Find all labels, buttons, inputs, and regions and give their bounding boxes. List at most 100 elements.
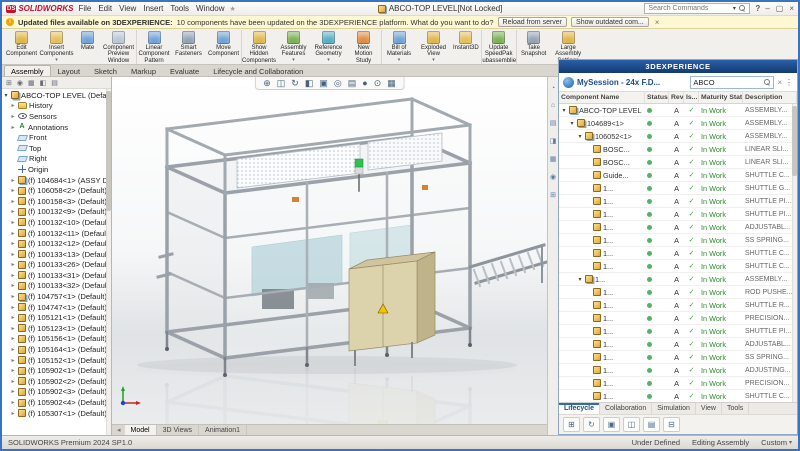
view-orientation-icon[interactable]: ▣: [319, 79, 328, 88]
feature-tree-item[interactable]: Annotations: [2, 122, 111, 133]
feature-tree-item[interactable]: (f) 100132<12> (Default)<<Def...: [2, 238, 111, 249]
save-icon[interactable]: ▣: [603, 417, 620, 432]
feature-tree-item[interactable]: (f) 100132<9> (Default)<<Defa...: [2, 207, 111, 218]
document-tab[interactable]: Model: [125, 425, 157, 435]
panel-tab[interactable]: Lifecycle: [559, 403, 600, 414]
tree-expand-icon[interactable]: [10, 124, 16, 131]
ribbon-button[interactable]: Mate ▾: [74, 30, 101, 64]
tree-scrollbar-thumb[interactable]: [106, 91, 111, 211]
remove-icon[interactable]: ⊟: [663, 417, 680, 432]
tree-expand-icon[interactable]: [10, 102, 16, 109]
feature-tree-item[interactable]: (f) 100133<13> (Default)<<De...: [2, 249, 111, 260]
component-row[interactable]: 1... A ✓ In Work SS SPRING...: [559, 351, 797, 364]
panel-title-bar[interactable]: 3DEXPERIENCE: [559, 60, 797, 73]
ribbon-button[interactable]: Smart Fasteners ▾: [171, 30, 206, 64]
tree-expand-icon[interactable]: [10, 314, 16, 321]
ribbon-button[interactable]: Update SpeedPak Subassemblies ▾: [481, 30, 516, 64]
dimxpert-manager-icon[interactable]: ◧: [40, 79, 47, 87]
search-icon[interactable]: [739, 5, 746, 12]
search-dropdown-icon[interactable]: [731, 5, 737, 12]
assembly-3d-model[interactable]: [112, 77, 547, 424]
feature-tree-item[interactable]: Sensors: [2, 111, 111, 122]
menu-item[interactable]: Window: [196, 4, 224, 13]
feature-tree-item[interactable]: (f) 105902<2> (Default)<<Def...: [2, 376, 111, 387]
component-row[interactable]: BOSC... A ✓ In Work LINEAR SLI...: [559, 156, 797, 169]
feature-tree-item[interactable]: History: [2, 101, 111, 112]
ribbon-button[interactable]: Assembly Features ▾: [276, 30, 311, 64]
menu-item[interactable]: File: [78, 4, 91, 13]
command-tab[interactable]: Lifecycle and Collaboration: [206, 65, 310, 76]
feature-tree-item[interactable]: (f) 100158<3> (Default)<<Defa...: [2, 196, 111, 207]
new-content-icon[interactable]: ⊞: [563, 417, 580, 432]
document-tab[interactable]: 3D Views: [157, 425, 199, 435]
component-row[interactable]: 1... A ✓ In Work SHUTTLE C...: [559, 390, 797, 402]
component-row[interactable]: 1... A ✓ In Work PRECISION...: [559, 312, 797, 325]
component-row[interactable]: 1... A ✓ In Work SHUTTLE C...: [559, 247, 797, 260]
tree-scrollbar[interactable]: [106, 89, 111, 435]
feature-tree-item[interactable]: (f) 100132<11> (Default)<<Def...: [2, 228, 111, 239]
ribbon-button[interactable]: Take Snapshot ▾: [516, 30, 551, 64]
column-maturity-state[interactable]: Maturity State: [699, 92, 743, 103]
tree-expand-icon[interactable]: [10, 219, 16, 226]
display-manager-icon[interactable]: ▤: [51, 79, 58, 87]
tree-expand-icon[interactable]: [10, 325, 16, 332]
chevron-down-icon[interactable]: ▾: [432, 58, 435, 63]
row-expand-icon[interactable]: [561, 107, 567, 114]
clear-search-icon[interactable]: ×: [777, 78, 782, 87]
component-row[interactable]: 1... A ✓ In Work SHUTTLE C...: [559, 260, 797, 273]
ribbon-button[interactable]: New Motion Study ▾: [346, 30, 381, 64]
ribbon-button[interactable]: Insert Components ▾: [39, 30, 74, 64]
component-row[interactable]: 1... A ✓ In Work ADJUSTABL...: [559, 338, 797, 351]
tree-expand-icon[interactable]: [10, 378, 16, 385]
command-search-input[interactable]: [648, 5, 729, 12]
component-row[interactable]: 1... A ✓ In Work ADJUSTING...: [559, 364, 797, 377]
command-tab[interactable]: Sketch: [87, 65, 124, 76]
appearances-icon[interactable]: ◉: [550, 173, 556, 181]
tree-expand-icon[interactable]: [10, 240, 16, 247]
component-row[interactable]: 1... A ✓ In Work SHUTTLE R...: [559, 299, 797, 312]
component-row[interactable]: ABCO-TOP LEVEL A ✓ In Work ASSEMBLY...: [559, 104, 797, 117]
tree-expand-icon[interactable]: [10, 272, 16, 279]
component-search-input[interactable]: [693, 78, 762, 87]
feature-tree-item[interactable]: (f) 105164<1> (Default)<<Def...: [2, 344, 111, 355]
reload-from-server-button[interactable]: Reload from server: [498, 17, 568, 27]
3ds-compass-icon[interactable]: [563, 77, 574, 88]
minimize-button[interactable]: –: [765, 4, 769, 13]
feature-tree-item[interactable]: Origin: [2, 164, 111, 175]
zoom-fit-icon[interactable]: ⊕: [263, 79, 271, 88]
ribbon-button[interactable]: Instant3D ▾: [451, 30, 481, 64]
tree-expand-icon[interactable]: [10, 261, 16, 268]
feature-tree-item[interactable]: (f) 105902<3> (Default)<<Def...: [2, 387, 111, 398]
row-expand-icon[interactable]: [569, 120, 575, 127]
apply-scene-icon[interactable]: ⊙: [374, 79, 382, 88]
zoom-area-icon[interactable]: ◫: [277, 79, 286, 88]
units-selector[interactable]: Custom ▾: [761, 438, 792, 447]
chevron-down-icon[interactable]: ▾: [55, 58, 58, 63]
component-row[interactable]: 1... A ✓ In Work SHUTTLE G...: [559, 182, 797, 195]
component-row[interactable]: 1... A ✓ In Work ROD PUSHE...: [559, 286, 797, 299]
menu-item[interactable]: Tools: [170, 4, 189, 13]
ribbon-button[interactable]: Move Component ▾: [206, 30, 241, 64]
component-row[interactable]: BOSC... A ✓ In Work LINEAR SLI...: [559, 143, 797, 156]
ribbon-button[interactable]: Component Preview Window ▾: [101, 30, 136, 64]
hide-show-items-icon[interactable]: ▤: [348, 79, 357, 88]
tree-expand-icon[interactable]: [10, 357, 16, 364]
component-row[interactable]: 104689<1> A ✓ In Work ASSEMBLY...: [559, 117, 797, 130]
row-expand-icon[interactable]: [577, 276, 583, 283]
feature-tree-item[interactable]: (f) 105307<1> (Default)<<Def...: [2, 408, 111, 419]
feature-tree-item[interactable]: Top: [2, 143, 111, 154]
tree-expand-icon[interactable]: [10, 187, 16, 194]
menu-item[interactable]: View: [119, 4, 136, 13]
tree-expand-icon[interactable]: [10, 208, 16, 215]
feature-manager-icon[interactable]: ⊞: [6, 79, 12, 87]
graphics-viewport[interactable]: ⊕◫↻◧▣◎▤●⊙▦: [112, 77, 547, 424]
tree-expand-icon[interactable]: [10, 251, 16, 258]
feature-tree-item[interactable]: (f) 105152<1> (Default)<<Defa...: [2, 355, 111, 366]
tree-expand-icon[interactable]: [10, 388, 16, 395]
tree-expand-icon[interactable]: [10, 230, 16, 237]
command-search[interactable]: [644, 3, 750, 14]
component-search[interactable]: [690, 76, 774, 89]
panel-tab[interactable]: Tools: [722, 403, 749, 414]
panel-tab[interactable]: Collaboration: [600, 403, 652, 414]
configuration-manager-icon[interactable]: ▦: [28, 79, 35, 87]
